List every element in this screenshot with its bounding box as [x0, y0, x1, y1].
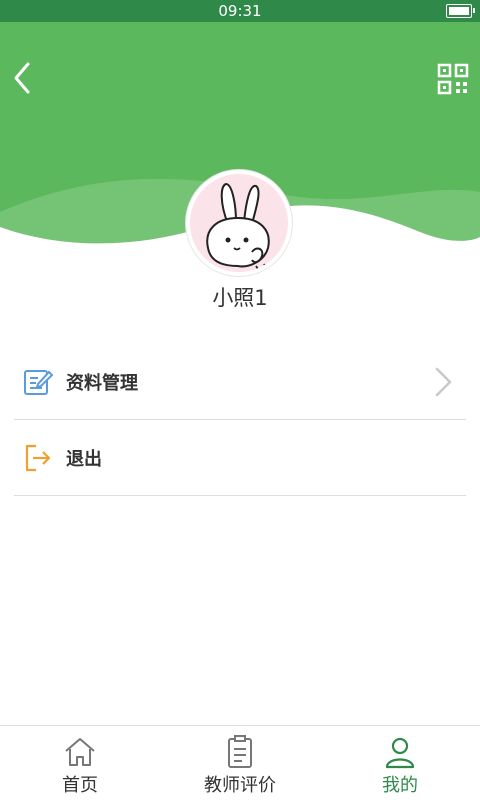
menu-item-profile-management[interactable]: 资料管理	[14, 344, 466, 420]
qr-code-icon	[437, 63, 469, 95]
chevron-left-icon	[14, 62, 30, 94]
bottom-tab-bar: 首页 教师评价 我的	[0, 725, 480, 800]
rabbit-avatar-icon	[190, 174, 288, 272]
tab-label: 教师评价	[204, 775, 276, 796]
status-bar: 09:31	[0, 0, 480, 22]
qr-code-button[interactable]	[436, 62, 470, 96]
profile-menu: 资料管理 退出	[14, 344, 466, 496]
menu-item-logout[interactable]: 退出	[14, 420, 466, 496]
menu-item-label: 退出	[66, 448, 102, 470]
menu-item-label: 资料管理	[66, 372, 138, 394]
battery-icon	[446, 4, 475, 18]
home-icon	[65, 738, 95, 766]
logout-icon	[25, 444, 51, 471]
username: 小照1	[212, 286, 268, 310]
edit-document-icon	[24, 369, 54, 395]
clipboard-icon	[228, 735, 252, 768]
tab-label: 我的	[382, 775, 418, 796]
status-time: 09:31	[218, 2, 262, 20]
back-button[interactable]	[8, 58, 38, 98]
user-icon	[385, 737, 415, 769]
tab-mine[interactable]: 我的	[320, 726, 480, 800]
tab-label: 首页	[62, 775, 98, 796]
avatar[interactable]	[186, 170, 292, 276]
tab-teacher-evaluation[interactable]: 教师评价	[160, 726, 320, 800]
chevron-right-icon	[435, 367, 452, 397]
tab-home[interactable]: 首页	[0, 726, 160, 800]
